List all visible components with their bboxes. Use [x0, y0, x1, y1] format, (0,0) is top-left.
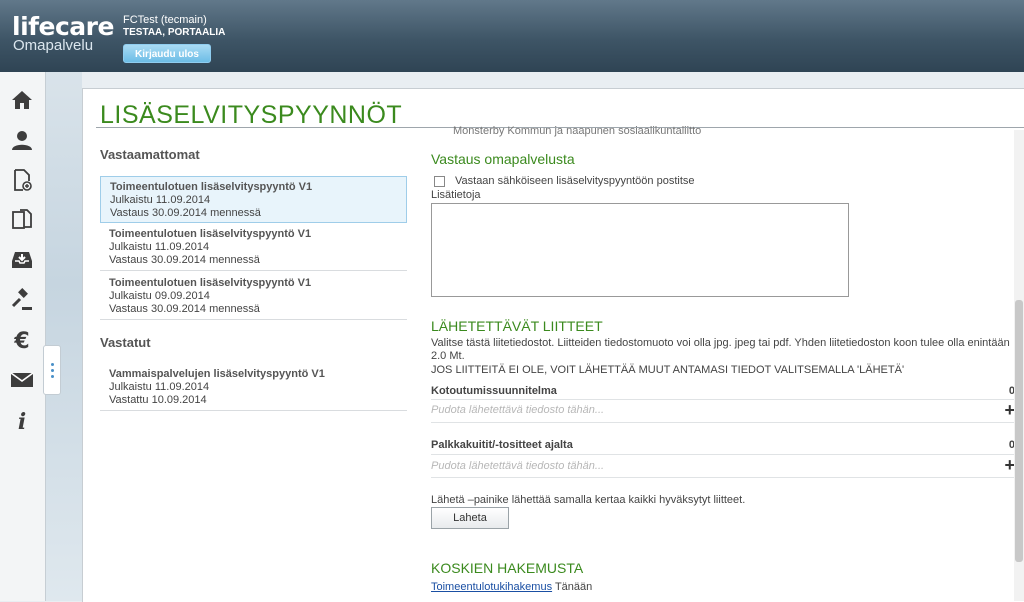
- background-strip: [46, 72, 82, 601]
- mail-icon[interactable]: [8, 366, 36, 394]
- user-icon[interactable]: [8, 126, 36, 154]
- request-due: Vastaus 30.09.2014 mennessä: [110, 207, 261, 219]
- attachment-title: Kotoutumissuunnitelma: [431, 385, 557, 397]
- documents-icon[interactable]: [8, 206, 36, 234]
- request-published: Julkaistu 11.09.2014: [109, 381, 210, 393]
- attachments-notice: JOS LIITTEITÄ EI OLE, VOIT LÄHETTÄÄ MUUT…: [431, 364, 905, 376]
- svg-text:€: €: [13, 329, 29, 352]
- send-note: Lähetä –painike lähettää samalla kertaa …: [431, 494, 746, 506]
- info-icon[interactable]: i: [8, 406, 36, 434]
- unanswered-heading: Vastaamattomat: [100, 147, 200, 162]
- request-title: Vammaispalvelujen lisäselvityspyyntö V1: [109, 368, 325, 380]
- home-icon[interactable]: [8, 86, 36, 114]
- attachment-title: Palkkakuitit/-tositteet ajalta: [431, 439, 573, 451]
- request-published: Julkaistu 11.09.2014: [110, 194, 211, 206]
- request-published: Julkaistu 09.09.2014: [109, 290, 210, 302]
- request-title: Toimeentulotuen lisäselvityspyyntö V1: [109, 228, 312, 240]
- request-item[interactable]: Toimeentulotuen lisäselvityspyyntö V1 Ju…: [100, 176, 407, 223]
- sidebar-toggle-handle[interactable]: [43, 345, 61, 395]
- postal-reply-checkbox[interactable]: [434, 175, 445, 187]
- request-title: Toimeentulotuen lisäselvityspyyntö V1: [109, 277, 312, 289]
- request-due: Vastaus 30.09.2014 mennessä: [109, 254, 260, 266]
- request-item[interactable]: Toimeentulotuen lisäselvityspyyntö V1 Ju…: [100, 224, 407, 271]
- request-due: Vastaus 30.09.2014 mennessä: [109, 303, 260, 315]
- attachments-heading: LÄHETETTÄVÄT LIITTEET: [431, 318, 603, 334]
- scrolled-text: Monsterby Kommun ja naapunen sosiaalikun…: [453, 125, 702, 137]
- top-bar: lifecare Omapalvelu FCTest (tecmain) TES…: [0, 0, 1024, 72]
- user-name: FCTest (tecmain): [123, 14, 207, 26]
- request-answered: Vastattu 10.09.2014: [109, 394, 207, 406]
- page-title: LISÄSELVITYSPYYNNÖT: [100, 101, 403, 129]
- postal-reply-label: Vastaan sähköiseen lisäselvityspyyntöön …: [455, 175, 695, 187]
- attachment-dropzone[interactable]: Pudota lähetettävä tiedosto tähän...: [431, 404, 604, 416]
- answered-heading: Vastatut: [100, 335, 151, 350]
- response-heading: Vastaus omapalvelusta: [431, 151, 575, 167]
- request-title: Toimeentulotuen lisäselvityspyyntö V1: [110, 181, 313, 193]
- request-published: Julkaistu 11.09.2014: [109, 241, 210, 253]
- applications-heading: KOSKIEN HAKEMUSTA: [431, 560, 584, 576]
- attachment-divider: [431, 422, 1017, 423]
- gavel-icon[interactable]: [8, 286, 36, 314]
- logout-button[interactable]: Kirjaudu ulos: [123, 44, 211, 63]
- answered-item[interactable]: Vammaispalvelujen lisäselvityspyyntö V1 …: [100, 364, 407, 411]
- scrollbar-thumb[interactable]: [1015, 300, 1023, 562]
- svg-text:i: i: [18, 409, 26, 432]
- extra-info-label: Lisätietoja: [431, 189, 481, 201]
- extra-info-textarea[interactable]: [431, 203, 849, 297]
- new-document-icon[interactable]: [8, 166, 36, 194]
- send-button[interactable]: Laheta: [431, 507, 509, 529]
- inbox-icon[interactable]: [8, 246, 36, 274]
- euro-icon[interactable]: €: [8, 326, 36, 354]
- sidebar: € i: [0, 72, 46, 601]
- attachment-divider: [431, 399, 1017, 400]
- application-date: Tänään: [554, 581, 593, 593]
- attachment-divider: [431, 477, 1017, 478]
- application-row: Toimeentulotukihakemus Tänään: [431, 581, 592, 593]
- application-link[interactable]: Toimeentulotukihakemus: [431, 581, 552, 593]
- attachment-divider: [431, 454, 1017, 455]
- attachment-dropzone[interactable]: Pudota lähetettävä tiedosto tähän...: [431, 460, 604, 472]
- user-organization: TESTAA, PORTAALIA: [123, 27, 226, 38]
- request-item[interactable]: Toimeentulotuen lisäselvityspyyntö V1 Ju…: [100, 273, 407, 320]
- postal-reply-option[interactable]: Vastaan sähköiseen lisäselvityspyyntöön …: [434, 175, 695, 187]
- logo-subtitle: Omapalvelu: [13, 37, 94, 54]
- attachments-instructions: Valitse tästä liitetiedostot. Liitteiden…: [431, 337, 1010, 362]
- main-panel: LISÄSELVITYSPYYNNÖT Vastaamattomat Toime…: [82, 88, 1024, 602]
